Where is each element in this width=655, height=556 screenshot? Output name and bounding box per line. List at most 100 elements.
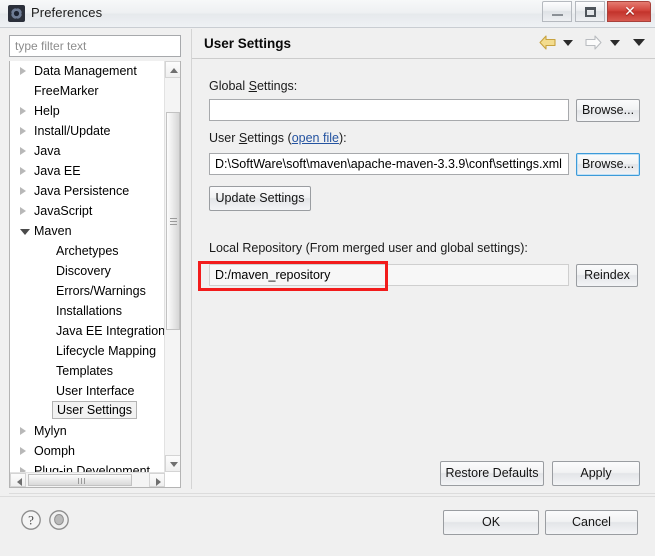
sidebar-item-label: FreeMarker (34, 84, 99, 98)
view-menu-icon[interactable] (633, 39, 645, 47)
sidebar-item-label: Java Persistence (34, 184, 130, 198)
tree-collapsed-arrow-icon[interactable] (20, 67, 26, 75)
help-question-icon[interactable]: ? (20, 509, 42, 531)
sidebar-item-maven[interactable]: Maven (10, 221, 165, 241)
sidebar-item-user-settings[interactable]: User Settings (10, 401, 165, 421)
ok-button[interactable]: OK (443, 510, 539, 535)
apply-button[interactable]: Apply (552, 461, 640, 486)
user-settings-browse-button[interactable]: Browse... (576, 153, 640, 176)
scroll-up-button[interactable] (165, 61, 180, 78)
footer-divider (9, 493, 655, 494)
sidebar-item-java[interactable]: Java (10, 141, 165, 161)
tree-collapsed-arrow-icon[interactable] (20, 147, 26, 155)
sidebar-item-label: User Interface (56, 384, 135, 398)
tree-horizontal-scrollbar[interactable] (10, 472, 165, 487)
sidebar-item-mylyn[interactable]: Mylyn (10, 421, 165, 441)
user-settings-panel: User Settings Global Settings: Browse...… (191, 29, 655, 489)
sidebar-item-oomph[interactable]: Oomph (10, 441, 165, 461)
scroll-right-button[interactable] (149, 473, 165, 487)
sidebar-item-label: Archetypes (56, 244, 119, 258)
minimize-button[interactable] (542, 1, 573, 22)
update-settings-button[interactable]: Update Settings (209, 186, 311, 211)
sidebar-item-freemarker[interactable]: FreeMarker (10, 81, 165, 101)
window-title: Preferences (31, 5, 103, 20)
sidebar-item-label: Lifecycle Mapping (56, 344, 157, 358)
cancel-button[interactable]: Cancel (545, 510, 638, 535)
filter-placeholder: type filter text (15, 39, 87, 53)
sidebar-item-java-ee[interactable]: Java EE (10, 161, 165, 181)
tree-collapsed-arrow-icon[interactable] (20, 207, 26, 215)
tree-vertical-scrollbar[interactable] (164, 61, 180, 472)
sidebar-item-java-persistence[interactable]: Java Persistence (10, 181, 165, 201)
pin-circle-icon[interactable] (48, 509, 70, 531)
sidebar-item-lifecycle-mapping[interactable]: Lifecycle Mapping (10, 341, 165, 361)
filter-input[interactable]: type filter text (9, 35, 181, 57)
sidebar-item-help[interactable]: Help (10, 101, 165, 121)
open-file-link[interactable]: open file (292, 131, 339, 145)
restore-defaults-button[interactable]: Restore Defaults (440, 461, 544, 486)
svg-text:?: ? (28, 512, 34, 527)
sidebar-item-label: Java EE Integration (56, 324, 165, 338)
close-button[interactable]: ✕ (607, 1, 651, 22)
sidebar-item-discovery[interactable]: Discovery (10, 261, 165, 281)
sidebar-item-archetypes[interactable]: Archetypes (10, 241, 165, 261)
global-settings-browse-button[interactable]: Browse... (576, 99, 640, 122)
local-repository-label: Local Repository (From merged user and g… (209, 241, 528, 255)
sidebar-item-errors-warnings[interactable]: Errors/Warnings (10, 281, 165, 301)
horizontal-scroll-thumb[interactable] (28, 474, 132, 486)
tree-collapsed-arrow-icon[interactable] (20, 427, 26, 435)
global-settings-label: Global Settings: (209, 79, 298, 93)
sidebar-item-label: Java EE (34, 164, 81, 178)
sidebar-item-label: Plug-in Development (34, 464, 151, 472)
maximize-button[interactable] (574, 1, 605, 22)
scroll-down-button[interactable] (165, 455, 180, 472)
sidebar-item-install-update[interactable]: Install/Update (10, 121, 165, 141)
tree-collapsed-arrow-icon[interactable] (20, 447, 26, 455)
tree-collapsed-arrow-icon[interactable] (20, 107, 26, 115)
forward-dropdown-icon[interactable] (609, 39, 620, 46)
sidebar-item-label: User Settings (52, 401, 138, 419)
scroll-left-button[interactable] (10, 473, 26, 487)
sidebar-item-label: Maven (34, 224, 72, 238)
sidebar-item-label: Oomph (34, 444, 75, 458)
page-title: User Settings (204, 36, 292, 51)
close-icon: ✕ (624, 3, 636, 19)
tree-expanded-arrow-icon[interactable] (20, 229, 30, 235)
sidebar-item-data-management[interactable]: Data Management (10, 61, 165, 81)
sidebar-item-label: Help (34, 104, 60, 118)
preferences-tree-panel: Data Management FreeMarker Help Install/Upd… (9, 61, 181, 488)
sidebar-item-label: Mylyn (34, 424, 67, 438)
sidebar-item-label: Templates (56, 364, 113, 378)
tree-collapsed-arrow-icon[interactable] (20, 167, 26, 175)
sidebar-item-label: Data Management (34, 64, 137, 78)
vertical-scroll-thumb[interactable] (166, 112, 180, 330)
sidebar-item-java-ee-integration[interactable]: Java EE Integration (10, 321, 165, 341)
sidebar-item-javascript[interactable]: JavaScript (10, 201, 165, 221)
sidebar-item-label: JavaScript (34, 204, 93, 218)
tree-collapsed-arrow-icon[interactable] (20, 127, 26, 135)
preferences-window: Preferences ✕ type filter text Data Mana… (0, 0, 655, 556)
local-repository-input: D:/maven_repository (209, 264, 569, 286)
sidebar-item-plug-in-development[interactable]: Plug-in Development (10, 461, 165, 472)
sidebar-item-label: Install/Update (34, 124, 111, 138)
sidebar-item-label: Installations (56, 304, 123, 318)
panel-header: User Settings (192, 29, 655, 59)
sidebar-item-templates[interactable]: Templates (10, 361, 165, 381)
global-settings-input[interactable] (209, 99, 569, 121)
back-dropdown-icon[interactable] (562, 39, 573, 46)
panel-nav-icons (539, 35, 647, 53)
back-arrow-icon[interactable] (539, 35, 556, 50)
title-bar: Preferences ✕ (0, 0, 655, 28)
sidebar-item-installations[interactable]: Installations (10, 301, 165, 321)
reindex-button[interactable]: Reindex (576, 264, 638, 287)
user-settings-label: User Settings (open file): (209, 131, 347, 145)
sidebar-item-user-interface[interactable]: User Interface (10, 381, 165, 401)
forward-arrow-icon (585, 35, 602, 50)
user-settings-value: D:\SoftWare\soft\maven\apache-maven-3.3.… (215, 157, 562, 171)
preferences-gear-icon (8, 5, 25, 22)
sidebar-item-label: Errors/Warnings (56, 284, 146, 298)
dialog-footer: ? OK Cancel (0, 496, 655, 556)
preferences-tree[interactable]: Data Management FreeMarker Help Install/Upd… (10, 61, 165, 472)
tree-collapsed-arrow-icon[interactable] (20, 187, 26, 195)
user-settings-input[interactable]: D:\SoftWare\soft\maven\apache-maven-3.3.… (209, 153, 569, 175)
